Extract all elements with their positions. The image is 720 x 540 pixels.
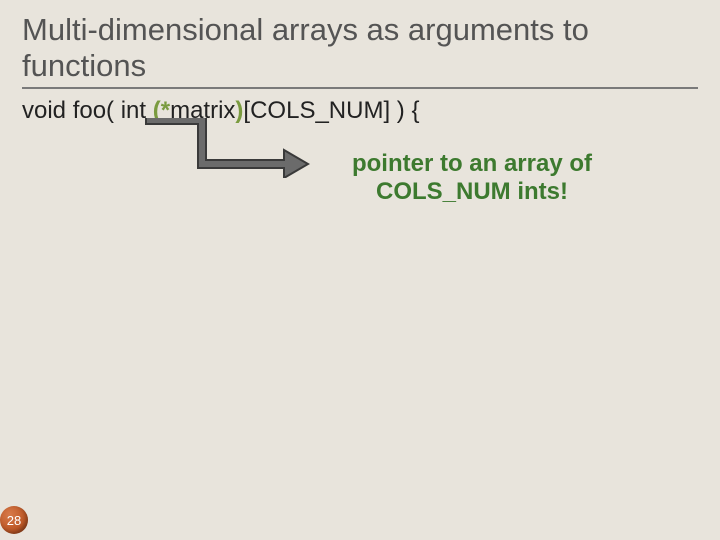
pointer-arrow	[144, 118, 310, 178]
annotation-line-2: COLS_NUM ints!	[376, 178, 568, 205]
slide: Multi-dimensional arrays as arguments to…	[0, 0, 720, 540]
code-snippet: void foo( int (*matrix)[COLS_NUM] ) {	[22, 97, 698, 125]
slide-title: Multi-dimensional arrays as arguments to…	[22, 12, 698, 89]
annotation-text: pointer to an array of COLS_NUM ints!	[312, 150, 632, 205]
page-number-badge: 28	[0, 506, 28, 534]
arrow-icon	[144, 118, 310, 178]
page-number: 28	[7, 513, 21, 528]
code-pre: void foo( int	[22, 97, 153, 124]
annotation-line-1: pointer to an array of	[352, 150, 592, 177]
